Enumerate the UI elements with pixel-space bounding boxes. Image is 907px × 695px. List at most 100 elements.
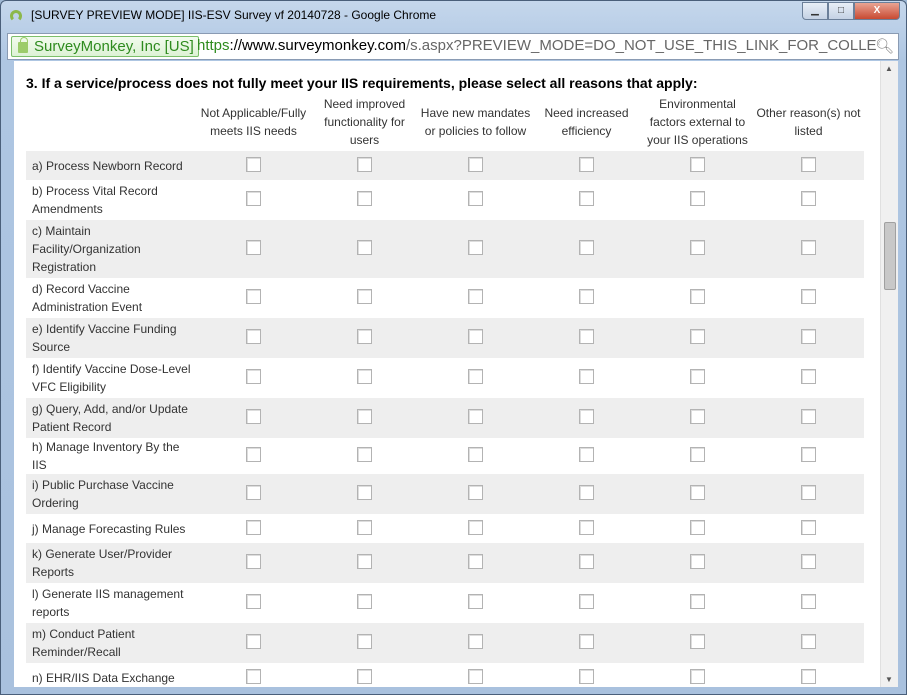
checkbox[interactable] xyxy=(246,485,261,500)
checkbox[interactable] xyxy=(357,554,372,569)
checkbox[interactable] xyxy=(801,156,816,172)
close-button[interactable]: X xyxy=(854,2,900,20)
checkbox[interactable] xyxy=(357,156,372,172)
checkbox[interactable] xyxy=(357,289,372,304)
checkbox[interactable] xyxy=(579,668,594,684)
checkbox[interactable] xyxy=(579,519,594,535)
checkbox[interactable] xyxy=(801,634,816,649)
checkbox[interactable] xyxy=(801,447,816,462)
checkbox[interactable] xyxy=(801,485,816,500)
scroll-down-arrow-icon[interactable]: ▼ xyxy=(885,675,893,684)
checkbox[interactable] xyxy=(357,668,372,684)
checkbox[interactable] xyxy=(579,447,594,462)
checkbox[interactable] xyxy=(357,485,372,500)
checkbox[interactable] xyxy=(690,447,705,462)
scrollbar-thumb[interactable] xyxy=(884,222,896,290)
checkbox[interactable] xyxy=(357,447,372,462)
checkbox[interactable] xyxy=(468,289,483,304)
checkbox[interactable] xyxy=(246,447,261,462)
checkbox-cell xyxy=(198,543,309,583)
checkbox[interactable] xyxy=(468,369,483,384)
row-label: n) EHR/IIS Data Exchange xyxy=(32,670,175,685)
address-bar[interactable]: SurveyMonkey, Inc [US] https://www.surve… xyxy=(7,33,899,60)
checkbox[interactable] xyxy=(690,634,705,649)
checkbox[interactable] xyxy=(690,156,705,172)
checkbox[interactable] xyxy=(801,554,816,569)
checkbox[interactable] xyxy=(468,519,483,535)
checkbox[interactable] xyxy=(801,668,816,684)
checkbox[interactable] xyxy=(579,409,594,424)
checkbox[interactable] xyxy=(579,554,594,569)
checkbox[interactable] xyxy=(246,369,261,384)
checkbox[interactable] xyxy=(579,240,594,255)
checkbox[interactable] xyxy=(246,519,261,535)
checkbox[interactable] xyxy=(246,191,261,206)
checkbox[interactable] xyxy=(468,485,483,500)
checkbox[interactable] xyxy=(468,191,483,206)
checkbox[interactable] xyxy=(468,594,483,609)
checkbox[interactable] xyxy=(579,634,594,649)
checkbox[interactable] xyxy=(690,485,705,500)
checkbox[interactable] xyxy=(579,329,594,344)
checkbox-cell xyxy=(642,543,753,583)
checkbox[interactable] xyxy=(246,554,261,569)
checkbox[interactable] xyxy=(357,594,372,609)
checkbox[interactable] xyxy=(468,409,483,424)
checkbox[interactable] xyxy=(579,594,594,609)
checkbox[interactable] xyxy=(357,329,372,344)
checkbox[interactable] xyxy=(468,554,483,569)
checkbox[interactable] xyxy=(690,554,705,569)
checkbox[interactable] xyxy=(357,634,372,649)
checkbox[interactable] xyxy=(468,240,483,255)
checkbox[interactable] xyxy=(801,191,816,206)
checkbox[interactable] xyxy=(357,409,372,424)
checkbox[interactable] xyxy=(801,594,816,609)
scroll-up-arrow-icon[interactable]: ▲ xyxy=(885,64,893,73)
checkbox[interactable] xyxy=(690,519,705,535)
checkbox[interactable] xyxy=(246,156,261,172)
scrollbar[interactable]: ▲ ▼ xyxy=(880,61,898,687)
url-text[interactable]: https://www.surveymonkey.com/s.aspx?PREV… xyxy=(197,37,877,54)
checkbox[interactable] xyxy=(246,594,261,609)
checkbox[interactable] xyxy=(801,369,816,384)
checkbox[interactable] xyxy=(801,240,816,255)
checkbox[interactable] xyxy=(468,634,483,649)
checkbox[interactable] xyxy=(246,409,261,424)
checkbox[interactable] xyxy=(357,519,372,535)
ev-certificate-badge[interactable]: SurveyMonkey, Inc [US] xyxy=(11,36,199,57)
checkbox[interactable] xyxy=(690,289,705,304)
checkbox[interactable] xyxy=(801,409,816,424)
checkbox[interactable] xyxy=(246,634,261,649)
checkbox[interactable] xyxy=(690,329,705,344)
checkbox[interactable] xyxy=(690,191,705,206)
checkbox[interactable] xyxy=(690,240,705,255)
checkbox[interactable] xyxy=(357,369,372,384)
checkbox[interactable] xyxy=(246,289,261,304)
checkbox[interactable] xyxy=(690,668,705,684)
table-row: m) Conduct Patient Reminder/Recall xyxy=(26,623,864,663)
search-icon[interactable]: 🔍︎ xyxy=(875,37,894,55)
checkbox[interactable] xyxy=(801,289,816,304)
checkbox[interactable] xyxy=(690,594,705,609)
checkbox[interactable] xyxy=(579,156,594,172)
checkbox[interactable] xyxy=(246,240,261,255)
checkbox[interactable] xyxy=(801,519,816,535)
checkbox[interactable] xyxy=(579,289,594,304)
maximize-button[interactable]: □ xyxy=(828,2,854,20)
checkbox[interactable] xyxy=(357,191,372,206)
checkbox[interactable] xyxy=(579,369,594,384)
checkbox[interactable] xyxy=(468,156,483,172)
checkbox[interactable] xyxy=(246,329,261,344)
checkbox[interactable] xyxy=(468,447,483,462)
checkbox[interactable] xyxy=(468,329,483,344)
checkbox[interactable] xyxy=(690,369,705,384)
minimize-button[interactable]: ▁ xyxy=(802,2,828,20)
checkbox[interactable] xyxy=(579,485,594,500)
checkbox-cell xyxy=(642,623,753,663)
checkbox[interactable] xyxy=(357,240,372,255)
checkbox[interactable] xyxy=(579,191,594,206)
checkbox[interactable] xyxy=(801,329,816,344)
checkbox[interactable] xyxy=(690,409,705,424)
checkbox[interactable] xyxy=(468,668,483,684)
checkbox[interactable] xyxy=(246,668,261,684)
